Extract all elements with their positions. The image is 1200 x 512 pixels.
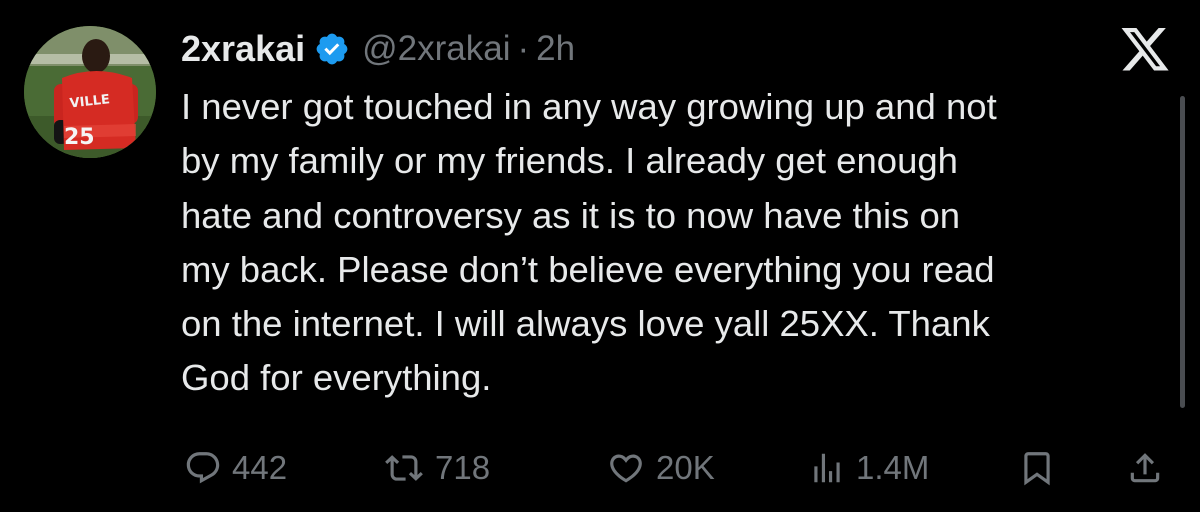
post-timestamp[interactable]: 2h: [536, 29, 575, 69]
reply-button[interactable]: 442: [184, 438, 287, 498]
like-button[interactable]: 20K: [606, 438, 715, 498]
reply-icon: [186, 452, 220, 484]
bookmark-icon: [1024, 452, 1050, 486]
tweet-card: VILLE 25 2xrakai @2xrakai · 2h I never g…: [0, 0, 1200, 512]
like-count: 20K: [656, 449, 715, 486]
user-handle[interactable]: @2xrakai: [362, 29, 510, 69]
display-name[interactable]: 2xrakai: [181, 28, 305, 70]
views-button[interactable]: 1.4M: [808, 438, 929, 498]
share-icon: [1130, 453, 1160, 483]
tweet-header: 2xrakai @2xrakai · 2h: [181, 22, 575, 76]
avatar[interactable]: VILLE 25: [24, 26, 156, 158]
repost-button[interactable]: 718: [383, 438, 490, 498]
action-bar: 442 718 20K 1.4M: [0, 438, 1200, 498]
scrollbar[interactable]: [1180, 96, 1185, 408]
repost-count: 718: [435, 449, 491, 486]
share-button[interactable]: [1126, 438, 1164, 498]
avatar-jersey-number: 25: [64, 125, 95, 150]
repost-icon: [385, 455, 423, 481]
bookmark-button[interactable]: [1018, 438, 1056, 498]
like-icon: [610, 454, 642, 483]
views-count: 1.4M: [856, 449, 930, 486]
avatar-photo: VILLE 25: [24, 26, 156, 158]
x-logo-icon[interactable]: [1118, 28, 1172, 76]
verified-badge-icon: [314, 31, 350, 67]
views-icon: [814, 453, 840, 483]
tweet-text: I never got touched in any way growing u…: [181, 86, 997, 399]
header-separator: ·: [517, 29, 530, 68]
reply-count: 442: [232, 449, 288, 486]
